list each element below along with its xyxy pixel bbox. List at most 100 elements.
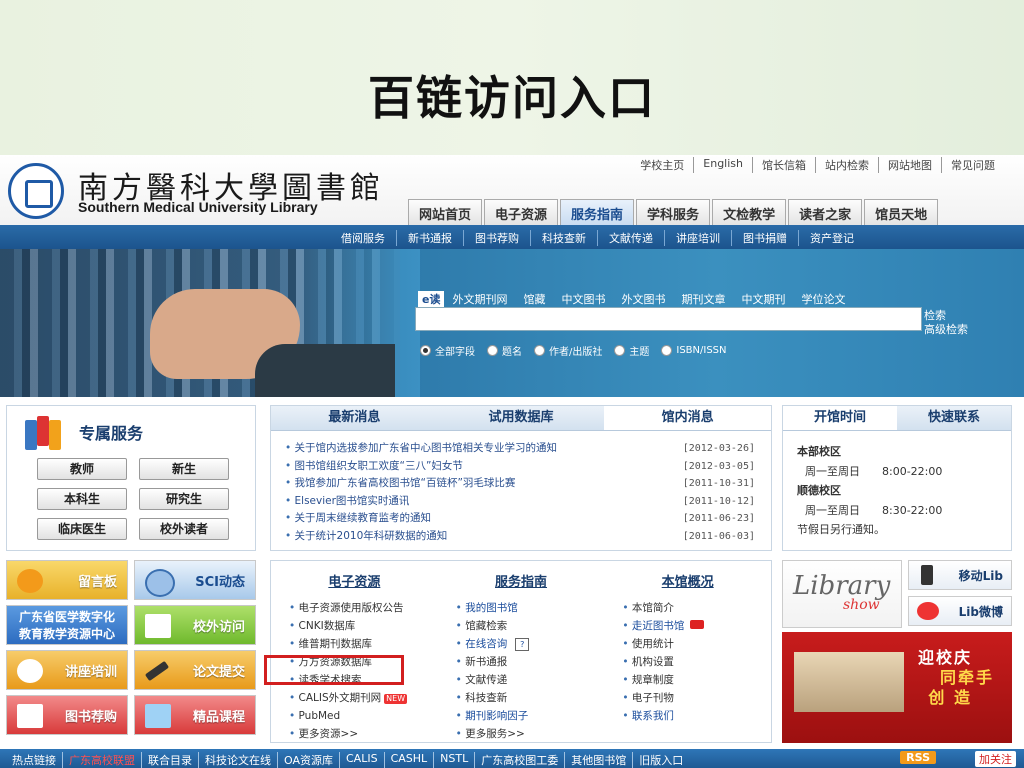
library-show-banner[interactable]: Library show xyxy=(782,560,902,628)
anniversary-banner[interactable]: 迎校庆 同牵手 创 造 xyxy=(782,632,1012,743)
tab-quick-contact[interactable]: 快速联系 xyxy=(897,406,1011,430)
subnav-training[interactable]: 讲座培训 xyxy=(665,230,732,246)
more-services-link[interactable]: 更多服务>> xyxy=(456,725,605,743)
list-item[interactable]: 我馆参加广东省高校图书馆“百链杯”羽毛球比赛[2011-10-31] xyxy=(285,475,755,493)
search-tab-eread[interactable]: e读 xyxy=(418,291,445,307)
list-item[interactable]: 期刊影响因子 xyxy=(456,707,605,725)
library-seal-icon[interactable] xyxy=(8,163,64,219)
subnav-donation[interactable]: 图书捐赠 xyxy=(732,230,799,246)
list-item[interactable]: 电子刊物 xyxy=(622,689,771,707)
subnav-doc-delivery[interactable]: 文献传递 xyxy=(598,230,665,246)
service-undergrad-button[interactable]: 本科生 xyxy=(37,488,127,510)
search-tab-holdings[interactable]: 馆藏 xyxy=(515,291,553,307)
gd-medical-edu-center-tile[interactable]: 广东省医学数字化 教育教学资源中心 xyxy=(6,605,128,645)
list-item[interactable]: 馆藏检索 xyxy=(456,617,605,635)
nav-tab-service-guide[interactable]: 服务指南 xyxy=(560,199,635,225)
sci-news-tile[interactable]: SCI动态 xyxy=(134,560,256,600)
top-link-school[interactable]: 学校主页 xyxy=(631,157,695,173)
library-overview-heading[interactable]: 本馆概况 xyxy=(604,571,771,590)
top-link-site-search[interactable]: 站内检索 xyxy=(816,157,879,173)
footer-link-other-libraries[interactable]: 其他图书馆 xyxy=(565,752,634,768)
list-item[interactable]: 使用统计 xyxy=(622,635,771,653)
service-graduate-button[interactable]: 研究生 xyxy=(139,488,229,510)
nav-tab-subject-service[interactable]: 学科服务 xyxy=(636,199,711,225)
nav-tab-staff[interactable]: 馆员天地 xyxy=(864,199,939,225)
search-tab-cn-books[interactable]: 中文图书 xyxy=(553,291,613,307)
training-tile[interactable]: 讲座培训 xyxy=(6,650,128,690)
list-item[interactable]: PubMed xyxy=(289,707,438,725)
subnav-new-books[interactable]: 新书通报 xyxy=(397,230,464,246)
footer-link-oa[interactable]: OA资源库 xyxy=(278,752,340,768)
nav-tab-readers[interactable]: 读者之家 xyxy=(788,199,863,225)
subnav-assets[interactable]: 资产登记 xyxy=(799,230,865,246)
radio-author[interactable]: 作者/出版社 xyxy=(534,343,602,358)
nav-tab-e-resources[interactable]: 电子资源 xyxy=(484,199,559,225)
footer-link-calis[interactable]: CALIS xyxy=(340,752,385,768)
follow-button[interactable]: 加关注 xyxy=(975,751,1016,767)
list-item[interactable]: 规章制度 xyxy=(622,671,771,689)
radio-all-fields[interactable]: 全部字段 xyxy=(420,343,475,358)
tab-opening-hours[interactable]: 开馆时间 xyxy=(783,406,897,430)
tab-trial-databases[interactable]: 试用数据库 xyxy=(438,406,605,430)
footer-link-gd-committee[interactable]: 广东高校图工委 xyxy=(475,752,566,768)
rss-button[interactable]: RSS xyxy=(900,751,936,764)
list-item[interactable]: 联系我们 xyxy=(622,707,771,725)
radio-subject[interactable]: 主题 xyxy=(614,343,649,358)
subnav-recommend[interactable]: 图书荐购 xyxy=(464,230,531,246)
footer-link-sci-papers[interactable]: 科技论文在线 xyxy=(199,752,278,768)
list-item[interactable]: Elsevier图书馆实时通讯[2011-10-12] xyxy=(285,493,755,511)
search-tab-cn-journals[interactable]: 中文期刊 xyxy=(733,291,793,307)
lib-weibo-button[interactable]: Lib微博 xyxy=(908,596,1012,626)
list-item[interactable]: 关于统计2010年科研数据的通知[2011-06-03] xyxy=(285,528,755,546)
nav-tab-home[interactable]: 网站首页 xyxy=(408,199,483,225)
list-item[interactable]: 我的图书馆 xyxy=(456,599,605,617)
service-freshman-button[interactable]: 新生 xyxy=(139,458,229,480)
list-item[interactable]: 关于馆内选拔参加广东省中心图书馆相关专业学习的通知[2012-03-26] xyxy=(285,440,755,458)
list-item[interactable]: 本馆简介 xyxy=(622,599,771,617)
list-item[interactable]: 图书馆组织女职工欢度“三八”妇女节[2012-03-05] xyxy=(285,458,755,476)
footer-link-union-catalog[interactable]: 联合目录 xyxy=(142,752,199,768)
search-tab-foreign-books[interactable]: 外文图书 xyxy=(613,291,673,307)
list-item[interactable]: 电子资源使用版权公告 xyxy=(289,599,438,617)
subnav-novelty-search[interactable]: 科技查新 xyxy=(531,230,598,246)
footer-link-cashl[interactable]: CASHL xyxy=(385,752,435,768)
mobile-lib-button[interactable]: 移动Lib xyxy=(908,560,1012,590)
top-link-sitemap[interactable]: 网站地图 xyxy=(879,157,942,173)
list-item[interactable]: 科技查新 xyxy=(456,689,605,707)
search-tab-articles[interactable]: 期刊文章 xyxy=(673,291,733,307)
message-board-tile[interactable]: 留言板 xyxy=(6,560,128,600)
list-item[interactable]: 在线咨询? xyxy=(456,635,605,653)
advanced-search-link[interactable]: 高级检索 xyxy=(924,323,968,337)
nav-tab-retrieval-teaching[interactable]: 文检教学 xyxy=(712,199,787,225)
list-item[interactable]: 维普期刊数据库 xyxy=(289,635,438,653)
service-guide-heading[interactable]: 服务指南 xyxy=(438,571,605,590)
service-clinician-button[interactable]: 临床医生 xyxy=(37,518,127,540)
list-item[interactable]: 新书通报 xyxy=(456,653,605,671)
thesis-submit-tile[interactable]: 论文提交 xyxy=(134,650,256,690)
search-input[interactable] xyxy=(415,307,922,331)
radio-isbn[interactable]: ISBN/ISSN xyxy=(661,343,727,358)
list-item[interactable]: 文献传递 xyxy=(456,671,605,689)
subnav-borrow[interactable]: 借阅服务 xyxy=(330,230,397,246)
book-purchase-tile[interactable]: 图书荐购 xyxy=(6,695,128,735)
list-item[interactable]: 机构设置 xyxy=(622,653,771,671)
list-item[interactable]: 走近图书馆 xyxy=(622,617,771,635)
list-item[interactable]: CALIS外文期刊网NEW xyxy=(289,689,438,707)
top-link-english[interactable]: English xyxy=(694,157,753,173)
footer-link-gd-alliance[interactable]: 广东高校联盟 xyxy=(63,752,142,768)
search-button[interactable]: 检索 xyxy=(924,309,968,323)
footer-link-old-version[interactable]: 旧版入口 xyxy=(633,752,689,768)
radio-title[interactable]: 题名 xyxy=(487,343,522,358)
top-link-director-mail[interactable]: 馆长信箱 xyxy=(753,157,816,173)
quality-courses-tile[interactable]: 精品课程 xyxy=(134,695,256,735)
service-offcampus-button[interactable]: 校外读者 xyxy=(139,518,229,540)
top-link-faq[interactable]: 常见问题 xyxy=(942,157,1004,173)
service-teacher-button[interactable]: 教师 xyxy=(37,458,127,480)
tab-library-news[interactable]: 馆内消息 xyxy=(604,406,772,430)
e-resources-heading[interactable]: 电子资源 xyxy=(271,571,438,590)
footer-link-nstl[interactable]: NSTL xyxy=(434,752,476,768)
tab-latest-news[interactable]: 最新消息 xyxy=(271,406,438,430)
search-tab-foreign-journals[interactable]: 外文期刊网 xyxy=(444,291,515,307)
list-item[interactable]: 关于周末继续教育监考的通知[2011-06-23] xyxy=(285,510,755,528)
list-item[interactable]: CNKI数据库 xyxy=(289,617,438,635)
